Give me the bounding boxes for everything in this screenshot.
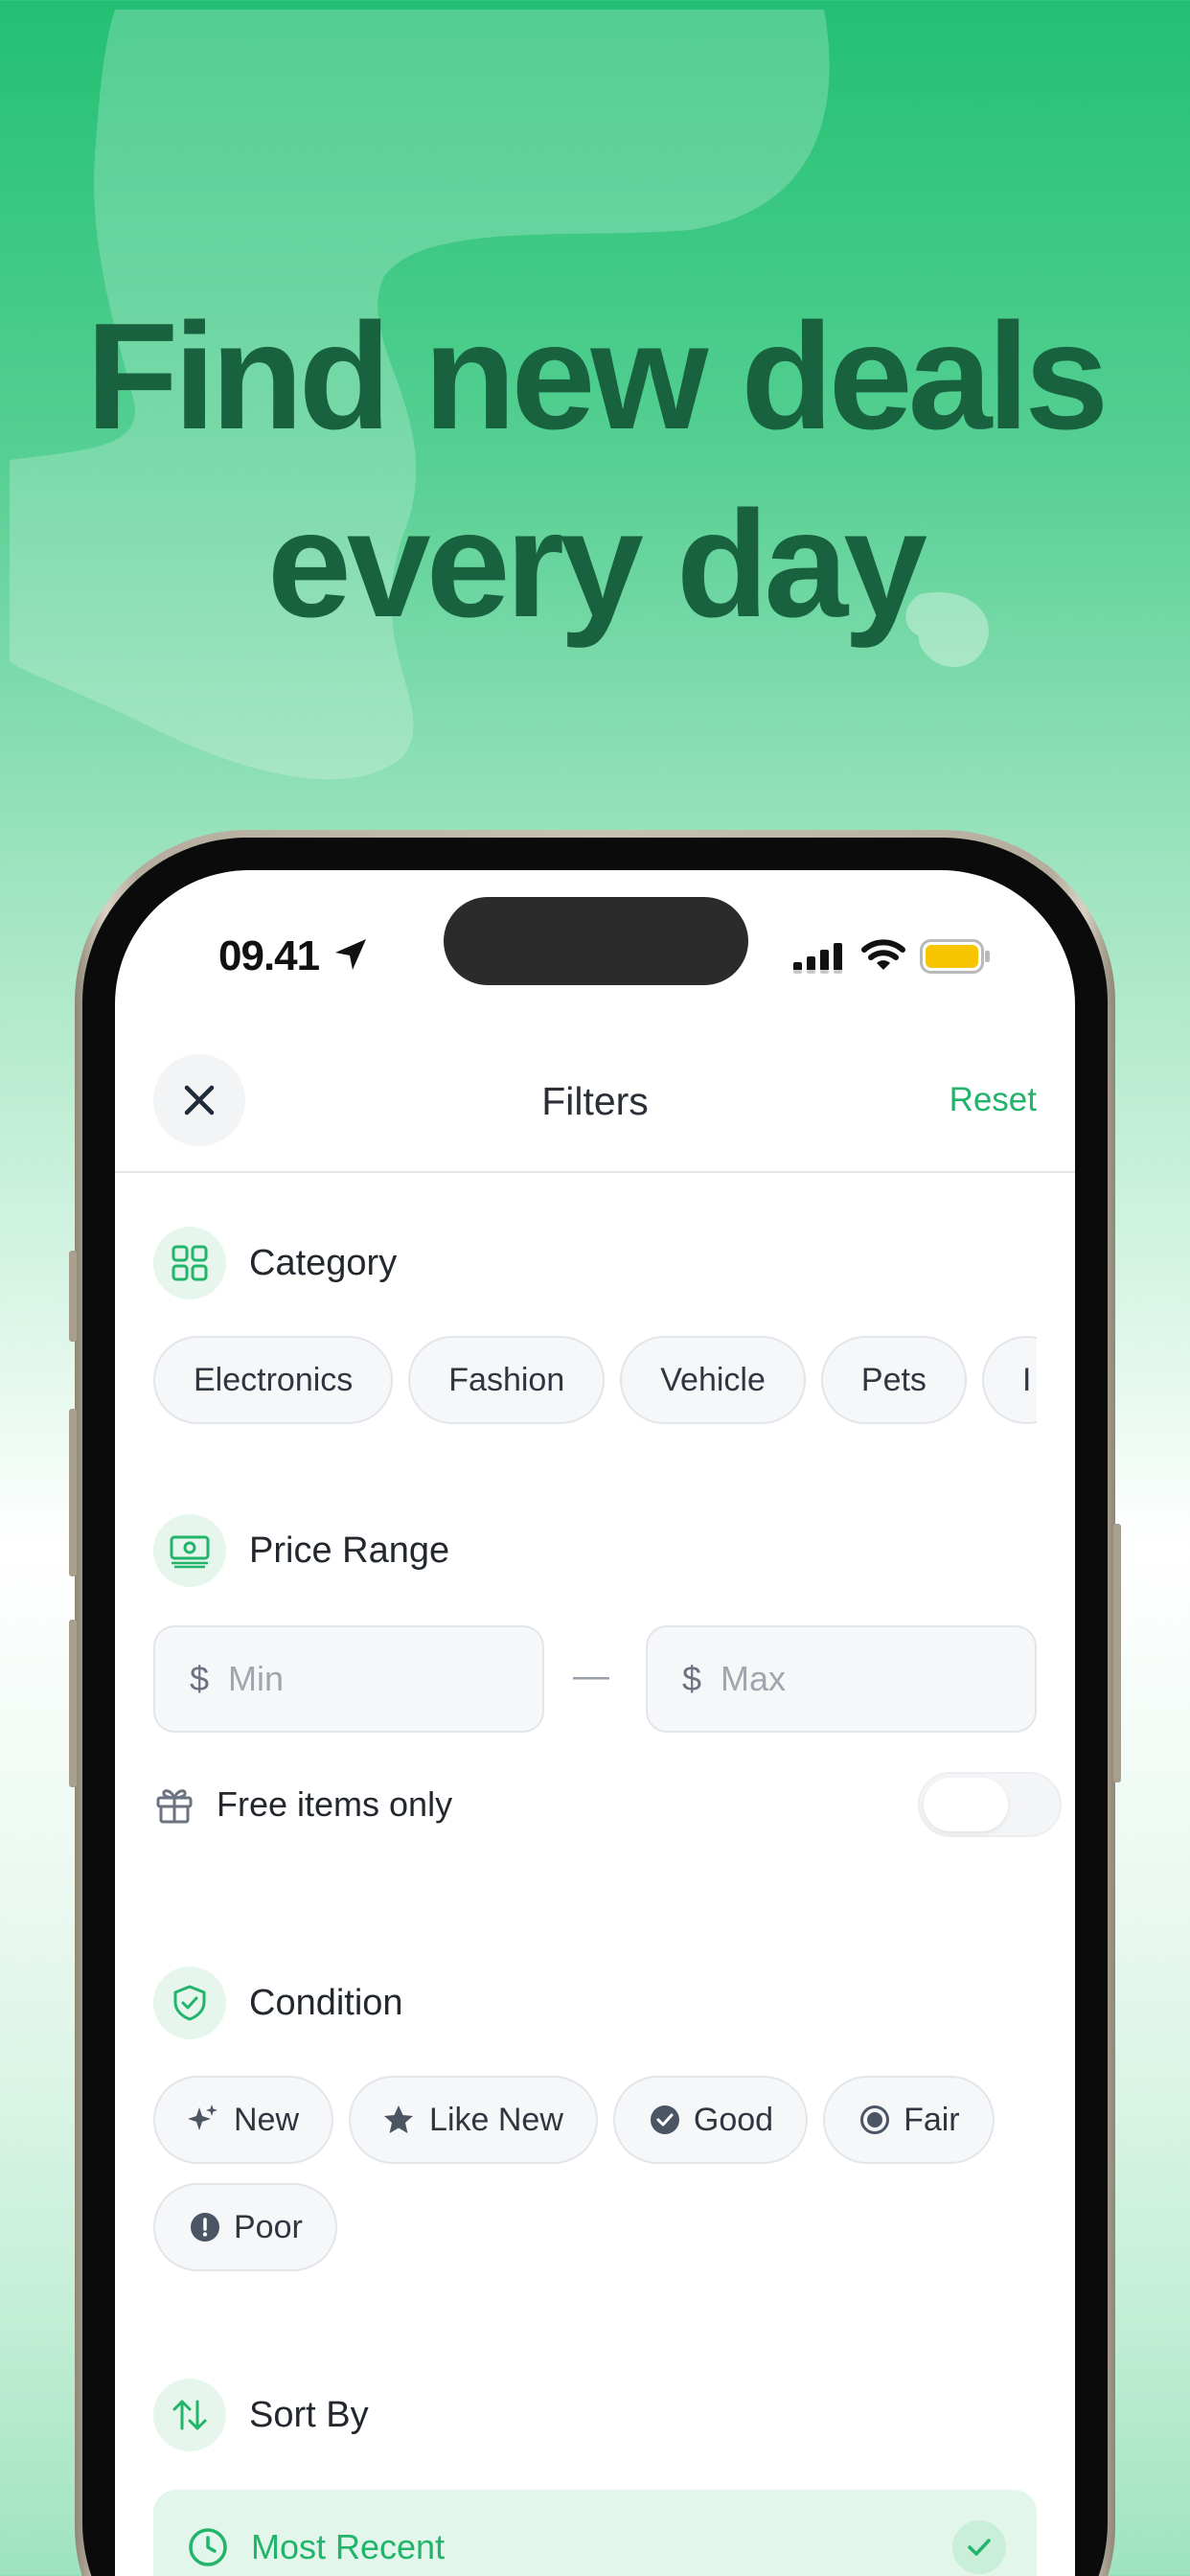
check-circle-icon <box>650 2105 679 2134</box>
condition-chip-good-label: Good <box>693 2101 774 2138</box>
toggle-knob <box>924 1778 1008 1831</box>
headline: Find new deals every day <box>0 283 1190 658</box>
free-items-label: Free items only <box>217 1784 453 1824</box>
condition-chip-poor-label: Poor <box>234 2208 303 2245</box>
sort-option-most-recent[interactable]: Most Recent <box>153 2490 1037 2576</box>
category-chip-electronics[interactable]: Electronics <box>153 1336 394 1424</box>
headline-line-2: every day <box>266 480 927 649</box>
money-icon <box>170 1535 210 1569</box>
grid-icon <box>172 1245 208 1281</box>
phone-screen: 09.41 Filters Reset Category Electronics… <box>115 870 1075 2576</box>
category-chip-fashion[interactable]: Fashion <box>408 1336 606 1424</box>
phone-side-button <box>69 1251 77 1342</box>
condition-chip-new[interactable]: New <box>153 2076 334 2164</box>
min-currency-symbol: $ <box>190 1659 210 1698</box>
status-time: 09.41 <box>218 932 320 979</box>
shield-check-icon <box>173 1985 206 2021</box>
sort-by-section-header: Sort By <box>153 2379 369 2451</box>
condition-section-header: Condition <box>153 1966 403 2039</box>
max-placeholder: Max <box>721 1659 787 1698</box>
page-title: Filters <box>541 1079 649 1123</box>
category-chip-pets[interactable]: Pets <box>820 1336 967 1424</box>
max-price-input[interactable]: $ Max <box>646 1625 1037 1733</box>
sort-by-title: Sort By <box>249 2394 369 2435</box>
price-range-icon-badge <box>153 1514 226 1587</box>
category-chip-partial[interactable]: I <box>981 1336 1037 1424</box>
battery-icon <box>920 939 990 974</box>
price-range-section-header: Price Range <box>153 1514 449 1587</box>
condition-chip-like-new[interactable]: Like New <box>349 2076 598 2164</box>
sort-arrows-icon <box>172 2400 207 2430</box>
checkmark-icon <box>968 2539 991 2556</box>
headline-line-1: Find new deals <box>85 292 1110 461</box>
condition-chip-like-new-label: Like New <box>429 2101 563 2138</box>
category-section-header: Category <box>153 1227 397 1300</box>
clock-icon <box>189 2528 227 2566</box>
dynamic-island <box>444 897 748 985</box>
gift-icon <box>156 1789 193 1824</box>
status-bar: 09.41 <box>115 870 1075 1024</box>
alert-circle-icon <box>191 2213 219 2242</box>
price-separator: — <box>573 1656 609 1696</box>
free-items-toggle[interactable] <box>918 1772 1062 1837</box>
selected-check-badge <box>952 2520 1006 2574</box>
max-currency-symbol: $ <box>682 1659 702 1698</box>
condition-title: Condition <box>249 1982 403 2023</box>
phone-volume-up-button <box>69 1409 77 1576</box>
reset-button[interactable]: Reset <box>950 1081 1037 1119</box>
category-chip-vehicle[interactable]: Vehicle <box>620 1336 806 1424</box>
condition-chip-new-label: New <box>234 2101 300 2138</box>
min-price-input[interactable]: $ Min <box>153 1625 544 1733</box>
category-chip-row: Electronics Fashion Vehicle Pets I <box>153 1336 1037 1426</box>
min-placeholder: Min <box>228 1659 285 1698</box>
category-icon-badge <box>153 1227 226 1300</box>
sort-option-label: Most Recent <box>251 2527 446 2566</box>
condition-chip-row-2: Poor <box>153 2183 1037 2273</box>
condition-chip-good[interactable]: Good <box>612 2076 809 2164</box>
wifi-icon <box>861 939 905 970</box>
radio-icon <box>860 2105 890 2134</box>
sort-by-icon-badge <box>153 2379 226 2451</box>
free-items-row: Free items only <box>153 1766 1062 1843</box>
phone-volume-down-button <box>69 1620 77 1787</box>
star-icon <box>384 2105 414 2133</box>
sparkles-icon <box>188 2104 217 2130</box>
category-title: Category <box>249 1242 398 1283</box>
filters-header: Filters Reset <box>115 1043 1075 1173</box>
condition-icon-badge <box>153 1966 226 2039</box>
price-range-title: Price Range <box>249 1530 450 1571</box>
condition-chip-poor[interactable]: Poor <box>153 2183 337 2271</box>
condition-chip-fair-label: Fair <box>904 2101 960 2138</box>
cellular-signal-icon <box>793 943 842 974</box>
phone-power-button <box>1113 1524 1121 1782</box>
location-arrow-icon <box>335 939 366 970</box>
condition-chip-fair[interactable]: Fair <box>823 2076 995 2164</box>
condition-chip-row-1: New Like New Good Fair <box>153 2076 1037 2166</box>
